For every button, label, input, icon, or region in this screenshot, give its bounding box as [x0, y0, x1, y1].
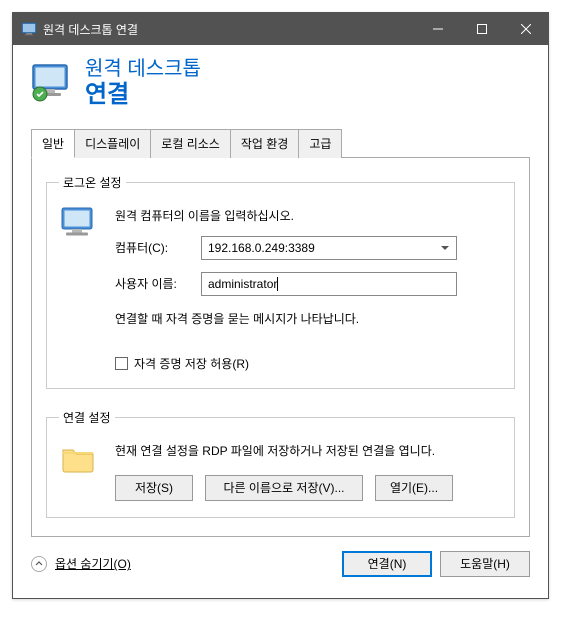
logon-instruction: 원격 컴퓨터의 이름을 입력하십시오.	[115, 207, 502, 224]
options-toggle-icon[interactable]	[31, 556, 47, 572]
options-toggle-link[interactable]: 옵션 숨기기(O)	[55, 555, 131, 572]
banner-monitor-icon	[31, 62, 71, 104]
tab-advanced[interactable]: 고급	[298, 129, 342, 158]
save-button[interactable]: 저장(S)	[115, 475, 193, 501]
close-button[interactable]	[504, 13, 548, 45]
save-credentials-label: 자격 증명 저장 허용(R)	[134, 355, 249, 372]
credential-note: 연결할 때 자격 증명을 묻는 메시지가 나타납니다.	[115, 310, 502, 327]
save-credentials-checkbox[interactable]	[115, 357, 128, 370]
username-value: administrator	[208, 277, 277, 291]
tab-experience[interactable]: 작업 환경	[230, 129, 300, 158]
save-as-button[interactable]: 다른 이름으로 저장(V)...	[205, 475, 363, 501]
tab-display[interactable]: 디스플레이	[74, 129, 151, 158]
banner-text: 원격 데스크톱 연결	[85, 57, 201, 110]
tab-general[interactable]: 일반	[31, 129, 75, 158]
footer: 옵션 숨기기(O) 연결(N) 도움말(H)	[13, 551, 548, 595]
window-title: 원격 데스크톱 연결	[43, 21, 416, 38]
computer-label: 컴퓨터(C):	[115, 239, 193, 256]
banner-line1: 원격 데스크톱	[85, 57, 201, 81]
computer-value: 192.168.0.249:3389	[208, 241, 315, 255]
connection-legend: 연결 설정	[59, 409, 115, 426]
banner: 원격 데스크톱 연결	[13, 45, 548, 128]
window-controls	[416, 13, 548, 45]
tab-panel-general: 로그온 설정 원격 컴퓨터의 이름을 입력하십시오. 컴퓨터(C):	[31, 157, 530, 537]
connection-description: 현재 연결 설정을 RDP 파일에 저장하거나 저장된 연결을 엽니다.	[115, 442, 502, 459]
rdc-window: 원격 데스크톱 연결 원격 데스크톱 연결 일반 디스플레이 로컬 리소스 작	[12, 12, 549, 599]
text-caret	[277, 277, 278, 291]
tab-strip: 일반 디스플레이 로컬 리소스 작업 환경 고급	[31, 129, 548, 158]
banner-line2: 연결	[85, 81, 201, 110]
app-icon	[21, 21, 37, 37]
open-button[interactable]: 열기(E)...	[375, 475, 453, 501]
titlebar: 원격 데스크톱 연결	[13, 13, 548, 45]
minimize-button[interactable]	[416, 13, 460, 45]
logon-legend: 로그온 설정	[59, 174, 126, 191]
connection-settings-group: 연결 설정 현재 연결 설정을 RDP 파일에 저장하거나 저장된 연결을 엽니…	[46, 409, 515, 518]
username-label: 사용자 이름:	[115, 275, 193, 292]
username-input[interactable]: administrator	[201, 272, 457, 296]
maximize-button[interactable]	[460, 13, 504, 45]
connect-button[interactable]: 연결(N)	[342, 551, 432, 577]
help-button[interactable]: 도움말(H)	[440, 551, 530, 577]
tab-local-resources[interactable]: 로컬 리소스	[150, 129, 231, 158]
computer-icon	[59, 205, 103, 372]
computer-combobox[interactable]: 192.168.0.249:3389	[201, 236, 457, 260]
folder-icon	[59, 440, 103, 501]
logon-settings-group: 로그온 설정 원격 컴퓨터의 이름을 입력하십시오. 컴퓨터(C):	[46, 174, 515, 389]
